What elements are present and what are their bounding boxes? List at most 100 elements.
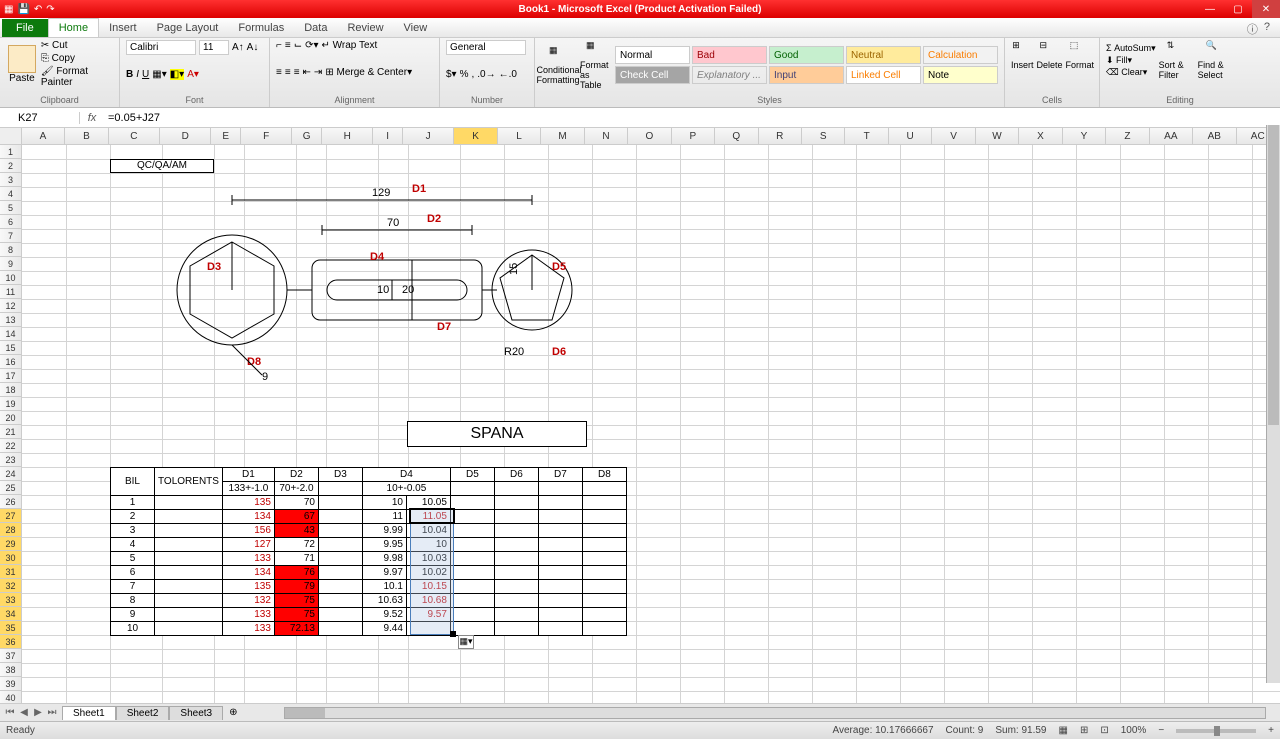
- col-header-J[interactable]: J: [403, 128, 454, 144]
- clear-button[interactable]: ⌫ Clear▾: [1106, 67, 1156, 78]
- col-header-AB[interactable]: AB: [1193, 128, 1236, 144]
- sheet-tab-3[interactable]: Sheet3: [169, 706, 223, 720]
- style-bad[interactable]: Bad: [692, 46, 767, 64]
- zoom-out-icon[interactable]: −: [1158, 725, 1164, 736]
- formula-input[interactable]: =0.05+J27: [104, 112, 1280, 124]
- format-cells-button[interactable]: ⬚Format: [1066, 40, 1095, 70]
- row-header-30[interactable]: 30: [0, 551, 22, 565]
- row-header-31[interactable]: 31: [0, 565, 22, 579]
- paste-button[interactable]: Paste: [6, 45, 38, 84]
- minimize-button[interactable]: —: [1196, 0, 1224, 18]
- row-header-24[interactable]: 24: [0, 467, 22, 481]
- sheet-nav-prev-icon[interactable]: ◀: [18, 707, 30, 718]
- col-header-I[interactable]: I: [373, 128, 403, 144]
- row-header-22[interactable]: 22: [0, 439, 22, 453]
- row-header-7[interactable]: 7: [0, 229, 22, 243]
- redo-icon[interactable]: ↷: [46, 4, 54, 15]
- row-header-39[interactable]: 39: [0, 677, 22, 691]
- sheet-tab-2[interactable]: Sheet2: [116, 706, 170, 720]
- style-normal[interactable]: Normal: [615, 46, 690, 64]
- row-header-37[interactable]: 37: [0, 649, 22, 663]
- help-icon[interactable]: ?: [1264, 21, 1270, 37]
- table-row[interactable]: 2134671111.05: [111, 510, 627, 524]
- tab-view[interactable]: View: [394, 19, 438, 37]
- fill-color-button[interactable]: ◧▾: [170, 69, 184, 80]
- sheet-tab-1[interactable]: Sheet1: [62, 706, 116, 720]
- row-header-29[interactable]: 29: [0, 537, 22, 551]
- delete-cells-button[interactable]: ⊟Delete: [1037, 40, 1063, 70]
- row-header-36[interactable]: 36: [0, 635, 22, 649]
- undo-icon[interactable]: ↶: [34, 4, 42, 15]
- data-table[interactable]: BILTOLORENTSD1D2D3D4D5D6D7D8133+-1.070+-…: [110, 467, 627, 636]
- col-header-E[interactable]: E: [211, 128, 241, 144]
- col-header-B[interactable]: B: [65, 128, 108, 144]
- col-header-AA[interactable]: AA: [1150, 128, 1193, 144]
- row-header-5[interactable]: 5: [0, 201, 22, 215]
- fill-button[interactable]: ⬇ Fill▾: [1106, 55, 1156, 66]
- insert-cells-button[interactable]: ⊞Insert: [1011, 40, 1034, 70]
- row-header-34[interactable]: 34: [0, 607, 22, 621]
- table-row[interactable]: 81327510.6310.68: [111, 594, 627, 608]
- vertical-scrollbar[interactable]: [1266, 125, 1280, 683]
- fx-icon[interactable]: fx: [80, 112, 104, 124]
- conditional-formatting-button[interactable]: ▦Conditional Formatting: [541, 45, 577, 85]
- col-header-R[interactable]: R: [759, 128, 802, 144]
- view-layout-icon[interactable]: ⊞: [1080, 725, 1088, 736]
- row-header-1[interactable]: 1: [0, 145, 22, 159]
- row-header-23[interactable]: 23: [0, 453, 22, 467]
- col-header-U[interactable]: U: [889, 128, 932, 144]
- dec-decimal-icon[interactable]: ←.0: [499, 69, 517, 80]
- sheet-nav-first-icon[interactable]: ⏮: [4, 707, 16, 718]
- row-header-6[interactable]: 6: [0, 215, 22, 229]
- new-sheet-icon[interactable]: ⊕: [223, 707, 243, 718]
- tab-home[interactable]: Home: [48, 18, 99, 37]
- table-row[interactable]: 4127729.9510: [111, 538, 627, 552]
- col-header-X[interactable]: X: [1019, 128, 1062, 144]
- row-header-14[interactable]: 14: [0, 327, 22, 341]
- currency-icon[interactable]: $▾: [446, 69, 457, 80]
- row-header-13[interactable]: 13: [0, 313, 22, 327]
- col-header-N[interactable]: N: [585, 128, 628, 144]
- copy-button[interactable]: ⎘ Copy: [41, 53, 113, 64]
- row-header-16[interactable]: 16: [0, 355, 22, 369]
- font-size-input[interactable]: [199, 40, 229, 55]
- view-break-icon[interactable]: ⊡: [1100, 725, 1108, 736]
- row-header-38[interactable]: 38: [0, 663, 22, 677]
- font-name-input[interactable]: [126, 40, 196, 55]
- col-header-T[interactable]: T: [845, 128, 888, 144]
- horizontal-scrollbar[interactable]: [284, 707, 1267, 719]
- row-header-11[interactable]: 11: [0, 285, 22, 299]
- table-row[interactable]: 3156439.9910.04: [111, 524, 627, 538]
- row-header-18[interactable]: 18: [0, 383, 22, 397]
- number-format-select[interactable]: [446, 40, 526, 55]
- col-header-G[interactable]: G: [292, 128, 322, 144]
- zoom-level[interactable]: 100%: [1121, 725, 1147, 736]
- increase-font-icon[interactable]: A↑: [232, 42, 244, 53]
- format-painter-button[interactable]: 🖌 Format Painter: [41, 66, 113, 88]
- row-header-9[interactable]: 9: [0, 257, 22, 271]
- style-note[interactable]: Note: [923, 66, 998, 84]
- row-header-4[interactable]: 4: [0, 187, 22, 201]
- row-header-32[interactable]: 32: [0, 579, 22, 593]
- sort-filter-button[interactable]: ⇅Sort & Filter: [1159, 40, 1195, 80]
- style-input[interactable]: Input: [769, 66, 844, 84]
- file-tab[interactable]: File: [2, 19, 48, 37]
- align-bot-icon[interactable]: ⌙: [294, 40, 302, 51]
- col-header-Q[interactable]: Q: [715, 128, 758, 144]
- row-header-28[interactable]: 28: [0, 523, 22, 537]
- row-header-20[interactable]: 20: [0, 411, 22, 425]
- view-normal-icon[interactable]: ▦: [1059, 725, 1068, 736]
- col-header-H[interactable]: H: [322, 128, 373, 144]
- font-color-button[interactable]: A▾: [187, 69, 199, 80]
- tab-formulas[interactable]: Formulas: [228, 19, 294, 37]
- style-neutral[interactable]: Neutral: [846, 46, 921, 64]
- indent-dec-icon[interactable]: ⇤: [303, 67, 311, 78]
- col-header-L[interactable]: L: [498, 128, 541, 144]
- wrap-text-button[interactable]: ↵ Wrap Text: [321, 40, 377, 51]
- decrease-font-icon[interactable]: A↓: [247, 42, 259, 53]
- orientation-icon[interactable]: ⟳▾: [305, 40, 318, 51]
- row-header-3[interactable]: 3: [0, 173, 22, 187]
- inc-decimal-icon[interactable]: .0→: [477, 69, 495, 80]
- cut-button[interactable]: ✂ Cut: [41, 40, 113, 51]
- row-header-19[interactable]: 19: [0, 397, 22, 411]
